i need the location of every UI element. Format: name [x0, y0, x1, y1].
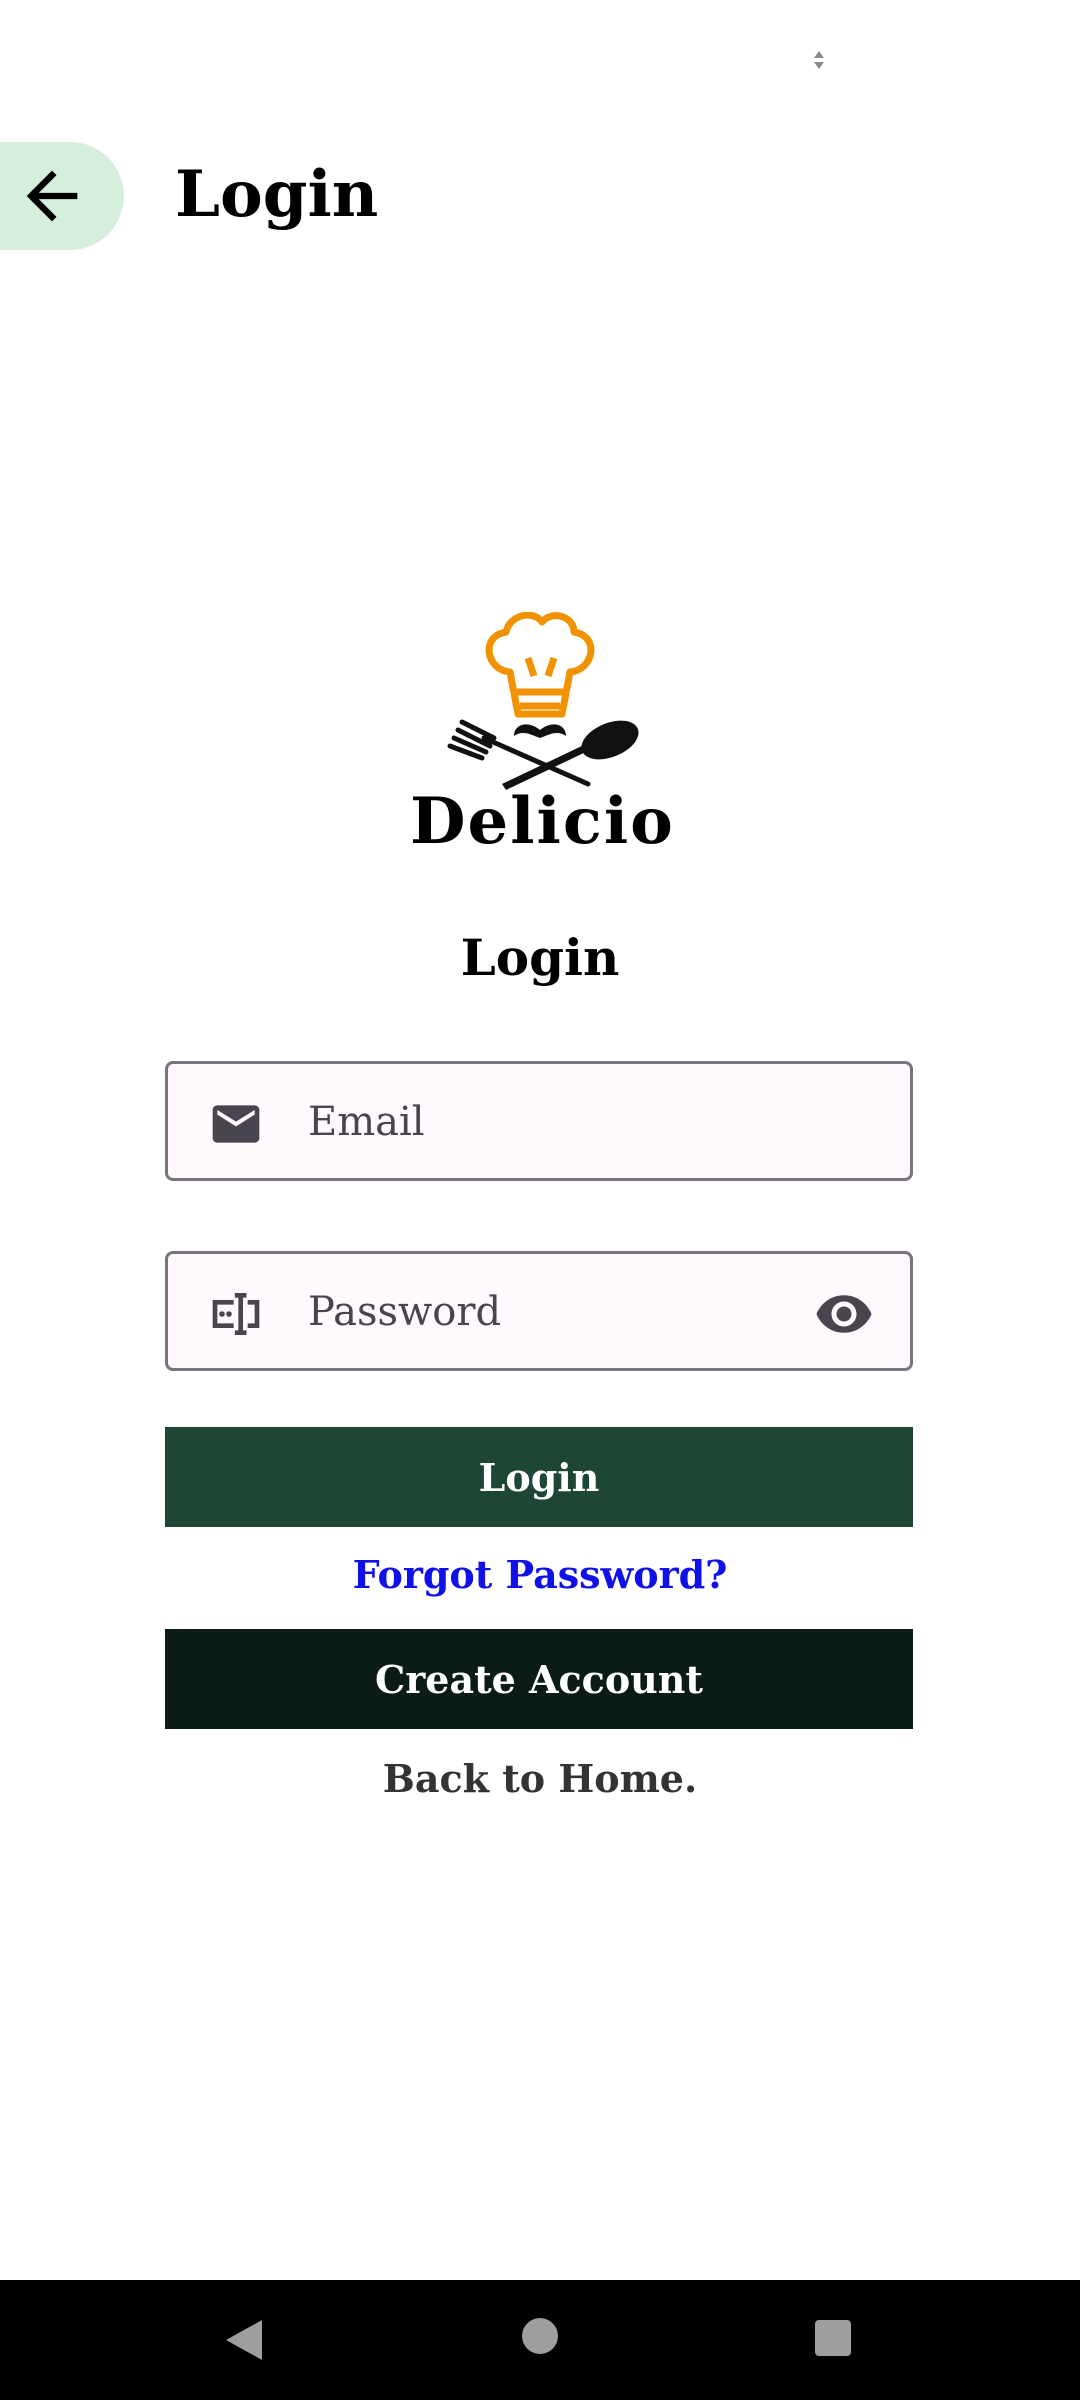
password-icon	[212, 1293, 260, 1335]
system-nav-bar	[0, 2280, 1080, 2400]
eye-icon[interactable]	[814, 1284, 874, 1344]
status-bar	[0, 0, 1080, 120]
nav-back-icon[interactable]	[222, 2318, 266, 2362]
mustache-icon	[514, 724, 566, 738]
email-field[interactable]	[165, 1061, 913, 1181]
create-account-button[interactable]: Create Account	[165, 1629, 913, 1729]
back-button[interactable]	[0, 142, 124, 250]
nav-home-icon[interactable]	[522, 2318, 558, 2354]
nav-recents-icon[interactable]	[815, 2320, 851, 2356]
mail-icon	[212, 1105, 260, 1143]
logo-wordmark: Delicio	[410, 784, 675, 859]
chef-logo-icon	[447, 611, 639, 790]
page-title: Login	[175, 157, 379, 232]
password-input[interactable]	[306, 1254, 810, 1370]
email-input[interactable]	[306, 1064, 810, 1180]
chef-hat-icon	[485, 611, 595, 718]
app-logo: Delicio	[410, 611, 675, 862]
login-button[interactable]: Login	[165, 1427, 913, 1527]
sort-indicator-icon	[814, 51, 824, 69]
password-field[interactable]	[165, 1251, 913, 1371]
forgot-password-link[interactable]: Forgot Password?	[0, 1552, 1080, 1597]
arrow-left-icon	[26, 170, 78, 222]
form-title: Login	[460, 928, 620, 987]
back-to-home-link[interactable]: Back to Home.	[0, 1756, 1080, 1801]
